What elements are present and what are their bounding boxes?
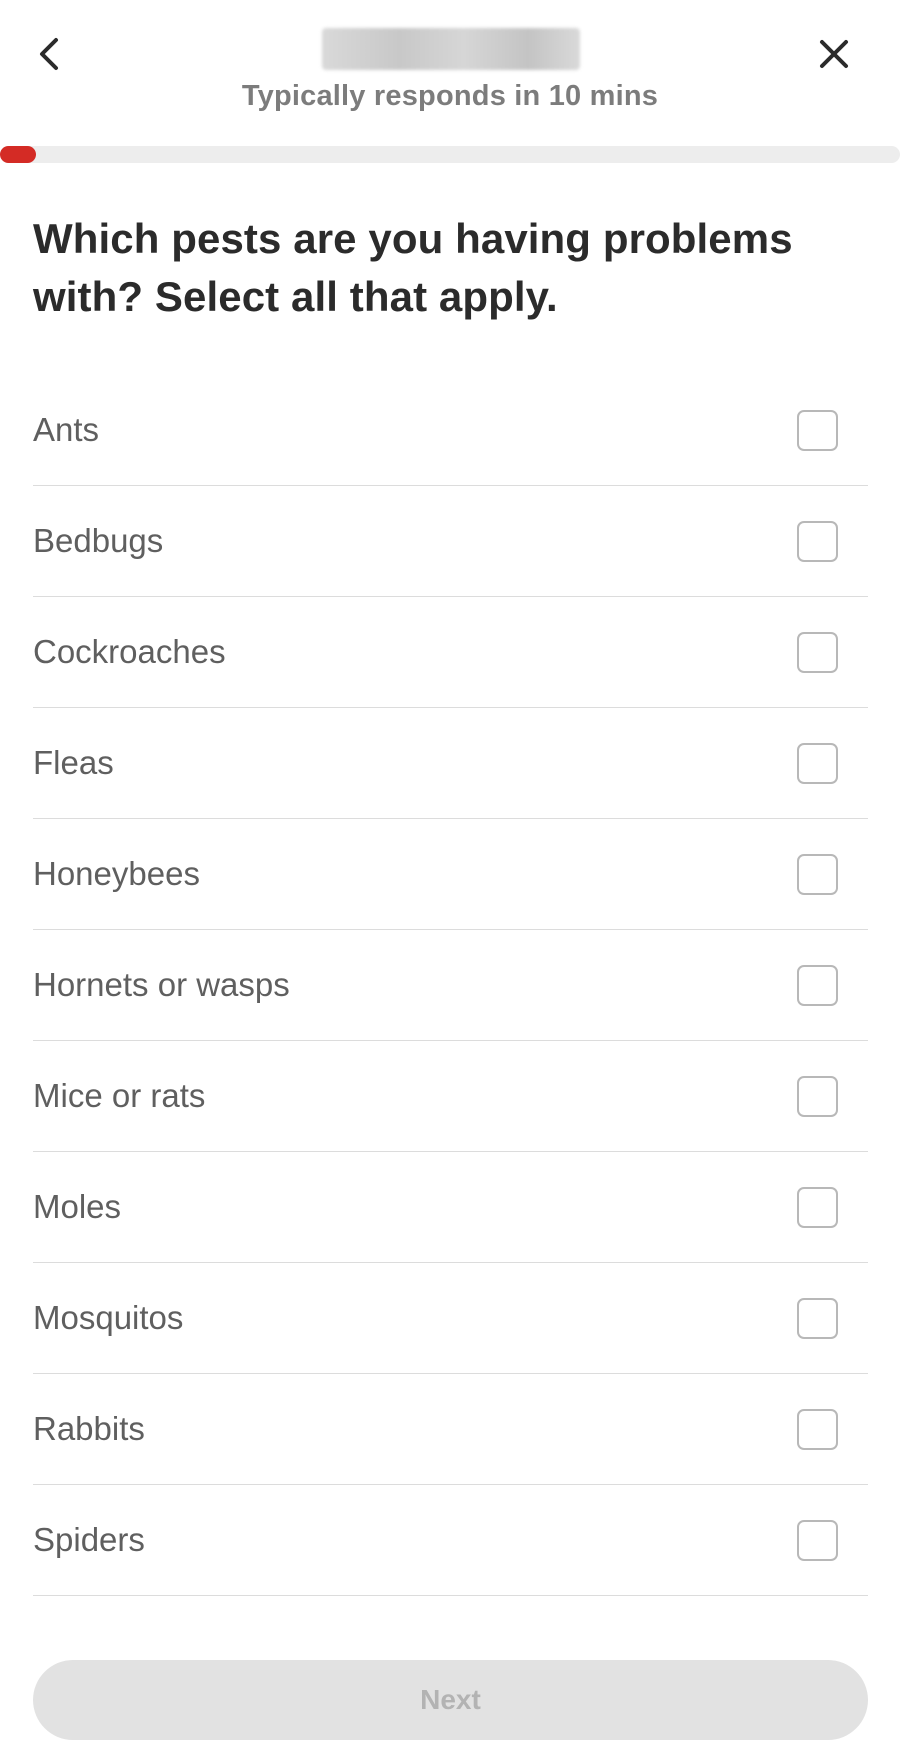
pest-option[interactable]: Spiders bbox=[33, 1485, 868, 1596]
pest-option-checkbox[interactable] bbox=[797, 854, 838, 895]
pest-option[interactable]: Cockroaches bbox=[33, 597, 868, 708]
pest-option-checkbox[interactable] bbox=[797, 632, 838, 673]
pest-option-checkbox[interactable] bbox=[797, 521, 838, 562]
pest-option[interactable]: Rabbits bbox=[33, 1374, 868, 1485]
pest-option[interactable]: Honeybees bbox=[33, 819, 868, 930]
pest-option-label: Fleas bbox=[33, 744, 114, 781]
back-button[interactable] bbox=[20, 24, 80, 84]
pest-option-label: Mosquitos bbox=[33, 1299, 184, 1336]
pest-options-list: Ants Bedbugs Cockroaches Fleas Honeybees Horn… bbox=[33, 375, 868, 1596]
pest-option-checkbox[interactable] bbox=[797, 965, 838, 1006]
pest-option-label: Mice or rats bbox=[33, 1077, 206, 1114]
pest-option-checkbox[interactable] bbox=[797, 743, 838, 784]
pest-option[interactable]: Bedbugs bbox=[33, 486, 868, 597]
pest-option[interactable]: Mosquitos bbox=[33, 1263, 868, 1374]
response-time-text: Typically responds in 10 mins bbox=[241, 80, 659, 112]
pest-option-checkbox[interactable] bbox=[797, 410, 838, 451]
pest-option-checkbox[interactable] bbox=[797, 1409, 838, 1450]
chevron-left-icon bbox=[40, 38, 58, 70]
pest-option-checkbox[interactable] bbox=[797, 1187, 838, 1228]
pro-name-redacted bbox=[322, 28, 580, 70]
pest-option-label: Ants bbox=[33, 411, 100, 448]
next-button[interactable]: Next bbox=[33, 1660, 868, 1740]
pest-option-checkbox[interactable] bbox=[797, 1076, 838, 1117]
pest-option[interactable]: Ants bbox=[33, 375, 868, 486]
header: Typically responds in 10 mins bbox=[0, 0, 900, 146]
pest-option-label: Moles bbox=[33, 1188, 122, 1225]
pest-option-checkbox[interactable] bbox=[797, 1298, 838, 1339]
pest-option-label: Cockroaches bbox=[33, 633, 226, 670]
progress-bar-fill bbox=[0, 146, 36, 163]
pest-option-label: Hornets or wasps bbox=[33, 966, 290, 1003]
close-button[interactable] bbox=[804, 24, 864, 84]
close-icon bbox=[820, 40, 848, 68]
question-heading: Which pests are you having problems with… bbox=[33, 215, 793, 320]
pest-option-label: Bedbugs bbox=[33, 522, 164, 559]
pest-option-label: Rabbits bbox=[33, 1410, 145, 1447]
pest-option-checkbox[interactable] bbox=[797, 1520, 838, 1561]
pest-option[interactable]: Mice or rats bbox=[33, 1041, 868, 1152]
pest-option[interactable]: Hornets or wasps bbox=[33, 930, 868, 1041]
pest-option-label: Spiders bbox=[33, 1521, 145, 1558]
pest-option-label: Honeybees bbox=[33, 855, 200, 892]
pest-selection-screen: Typically responds in 10 mins Which pest… bbox=[0, 0, 900, 1760]
pest-option[interactable]: Fleas bbox=[33, 708, 868, 819]
pest-option[interactable]: Moles bbox=[33, 1152, 868, 1263]
progress-bar bbox=[0, 146, 900, 163]
